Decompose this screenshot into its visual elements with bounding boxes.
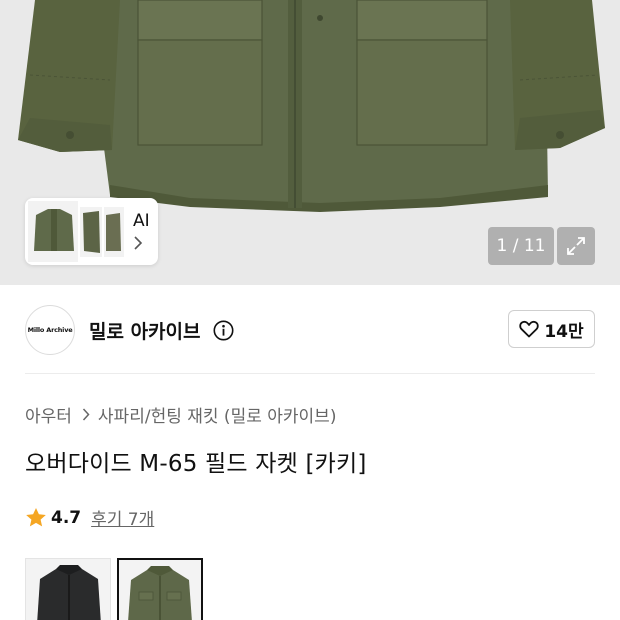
ai-thumbnail-image xyxy=(28,201,124,262)
expand-icon xyxy=(567,237,585,255)
info-icon[interactable] xyxy=(213,320,234,341)
brand-logo-text: Millo Archive xyxy=(27,326,73,334)
review-count-link[interactable]: 후기 7개 xyxy=(91,505,154,530)
heart-icon xyxy=(519,320,540,338)
expand-button[interactable] xyxy=(557,227,595,265)
breadcrumb-subcategory[interactable]: 사파리/헌팅 재킷 (밀로 아카이브) xyxy=(98,402,337,427)
brand-logo[interactable]: Millo Archive xyxy=(25,305,75,355)
color-option-black[interactable] xyxy=(25,558,111,620)
khaki-jacket-thumbnail xyxy=(128,566,192,620)
ai-similar-items-card[interactable]: AI xyxy=(25,198,158,265)
like-button[interactable]: 14만 xyxy=(508,310,595,348)
chevron-right-icon xyxy=(82,408,90,421)
color-option-khaki[interactable] xyxy=(117,558,203,620)
rating-summary: 4.7 후기 7개 xyxy=(25,505,154,530)
ai-label: AI xyxy=(133,211,150,231)
breadcrumb: 아우터 사파리/헌팅 재킷 (밀로 아카이브) xyxy=(25,402,336,427)
product-image-gallery[interactable]: AI 1 / 11 xyxy=(0,0,620,285)
divider xyxy=(25,373,595,374)
image-counter: 1 / 11 xyxy=(488,227,554,265)
breadcrumb-category[interactable]: 아우터 xyxy=(25,402,72,427)
chevron-right-icon xyxy=(134,236,143,250)
brand-name[interactable]: 밀로 아카이브 xyxy=(89,317,201,344)
black-jacket-thumbnail xyxy=(37,565,101,620)
rating-value: 4.7 xyxy=(51,507,82,528)
star-icon xyxy=(26,508,46,527)
like-count: 14만 xyxy=(544,321,584,342)
product-title: 오버다이드 M-65 필드 자켓 [카키] xyxy=(25,451,367,477)
